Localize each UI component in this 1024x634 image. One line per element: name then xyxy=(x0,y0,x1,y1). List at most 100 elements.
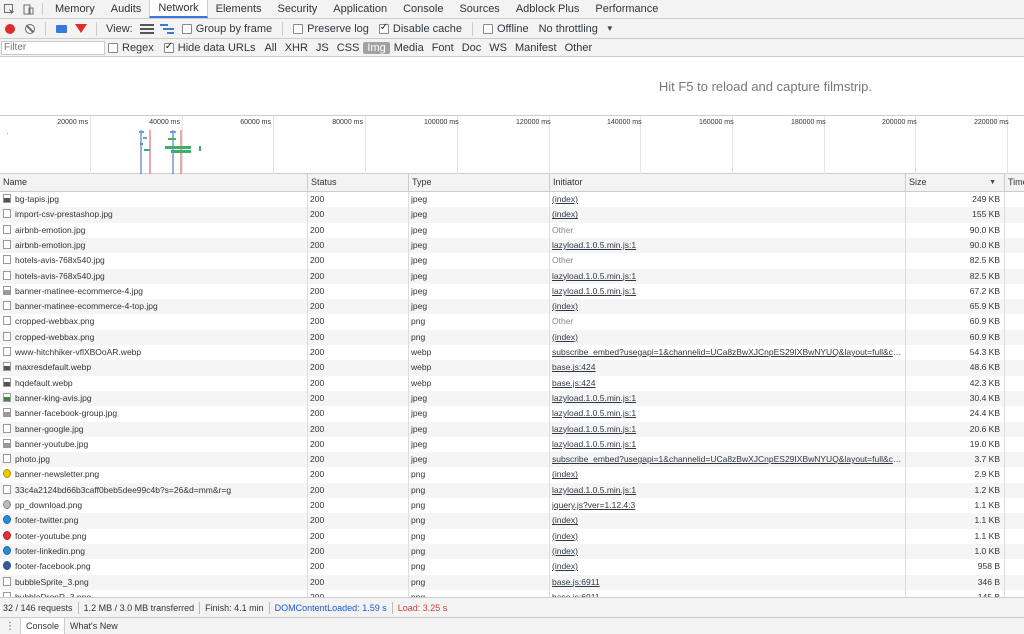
initiator-link[interactable]: lazyload.1.0.5.min.js:1 xyxy=(552,408,636,418)
filter-type-doc[interactable]: Doc xyxy=(458,42,486,54)
request-row[interactable]: hqdefault.webp 200 webp base.js:424 42.3 KB xyxy=(0,376,1024,391)
initiator-link[interactable]: lazyload.1.0.5.min.js:1 xyxy=(552,439,636,449)
regex-checkbox[interactable]: Regex xyxy=(108,42,154,54)
request-row[interactable]: banner-king-avis.jpg 200 jpeg lazyload.1.0.… xyxy=(0,390,1024,407)
capture-screenshots-button[interactable] xyxy=(51,19,71,39)
column-header-size[interactable]: Size ▼ xyxy=(905,174,1004,192)
request-row[interactable]: import-csv-prestashop.jpg 200 jpeg (index) 1… xyxy=(0,207,1024,223)
tab-elements[interactable]: Elements xyxy=(208,0,270,18)
filter-type-font[interactable]: Font xyxy=(428,42,458,54)
tab-network[interactable]: Network xyxy=(149,0,208,18)
tab-audits[interactable]: Audits xyxy=(103,0,150,18)
cell-initiator: base.js:424 xyxy=(549,360,904,375)
drawer-tab-whats-new[interactable]: What's New xyxy=(65,618,123,634)
request-row[interactable]: banner-facebook-group.jpg 200 jpeg lazyload… xyxy=(0,406,1024,421)
request-row[interactable]: bubbleSprite_3.png 200 png base.js:6911 346 … xyxy=(0,574,1024,590)
initiator-link[interactable]: (index) xyxy=(552,515,578,525)
column-header-initiator[interactable]: Initiator xyxy=(549,174,905,192)
request-row[interactable]: hotels-avis-768x540.jpg 200 jpeg Other 82.5 … xyxy=(0,253,1024,268)
request-row[interactable]: banner-newsletter.png 200 png (index) 2.9 KB xyxy=(0,467,1024,482)
drawer-tab-console[interactable]: Console xyxy=(20,618,66,634)
preserve-log-checkbox[interactable]: Preserve log xyxy=(293,23,369,35)
initiator-link[interactable]: lazyload.1.0.5.min.js:1 xyxy=(552,485,636,495)
request-row[interactable]: airbnb-emotion.jpg 200 jpeg lazyload.1.0.5.… xyxy=(0,237,1024,254)
request-row[interactable]: hotels-avis-768x540.jpg 200 jpeg lazyload.1… xyxy=(0,268,1024,284)
filter-type-ws[interactable]: WS xyxy=(485,42,511,54)
request-row[interactable]: bg-tapis.jpg 200 jpeg (index) 249 KB xyxy=(0,192,1024,207)
filter-type-media[interactable]: Media xyxy=(390,42,428,54)
request-row[interactable]: banner-matinee-ecommerce-4-top.jpg 200 jpe… xyxy=(0,299,1024,315)
request-row[interactable]: banner-youtube.jpg 200 jpeg lazyload.1.0.5.… xyxy=(0,437,1024,452)
waterfall-overview-icon[interactable] xyxy=(159,23,174,34)
column-header-status[interactable]: Status xyxy=(307,174,408,192)
initiator-link[interactable]: (index) xyxy=(552,194,578,204)
request-row[interactable]: airbnb-emotion.jpg 200 jpeg Other 90.0 KB xyxy=(0,223,1024,238)
request-row[interactable]: bubbleDropR_3.png 200 png base.js:6911 145 B xyxy=(0,590,1024,597)
tab-application[interactable]: Application xyxy=(325,0,395,18)
request-row[interactable]: footer-facebook.png 200 png (index) 958 B xyxy=(0,559,1024,574)
initiator-link[interactable]: subscribe_embed?usegapi=1&channelid=UCa8… xyxy=(552,454,904,464)
initiator-link[interactable]: (index) xyxy=(552,531,578,541)
initiator-link[interactable]: (index) xyxy=(552,301,578,311)
filter-type-manifest[interactable]: Manifest xyxy=(511,42,561,54)
device-toolbar-icon[interactable] xyxy=(19,0,38,18)
initiator-link[interactable]: lazyload.1.0.5.min.js:1 xyxy=(552,271,636,281)
column-header-type[interactable]: Type xyxy=(408,174,549,192)
initiator-link[interactable]: (index) xyxy=(552,332,578,342)
filter-type-css[interactable]: CSS xyxy=(333,42,364,54)
column-header-name[interactable]: Name xyxy=(0,174,307,192)
offline-checkbox[interactable]: Offline xyxy=(482,23,529,35)
cell-name: maxresdefault.webp xyxy=(0,360,305,375)
filter-type-all[interactable]: All xyxy=(260,42,280,54)
record-button[interactable] xyxy=(0,19,20,39)
request-row[interactable]: footer-linkedin.png 200 png (index) 1.0 KB xyxy=(0,543,1024,560)
tab-console[interactable]: Console xyxy=(395,0,451,18)
tab-security[interactable]: Security xyxy=(270,0,326,18)
filter-type-img[interactable]: Img xyxy=(363,41,390,54)
request-row[interactable]: www-hitchhiker-vflXBOoAR.webp 200 webp subs… xyxy=(0,345,1024,360)
initiator-link[interactable]: (index) xyxy=(552,469,578,479)
filter-type-js[interactable]: JS xyxy=(312,42,333,54)
filter-type-other[interactable]: Other xyxy=(561,42,597,54)
drawer-menu-icon[interactable]: ⋮ xyxy=(0,618,20,634)
request-row[interactable]: banner-matinee-ecommerce-4.jpg 200 jpeg laz… xyxy=(0,284,1024,299)
initiator-link[interactable]: subscribe_embed?usegapi=1&channelid=UCa8… xyxy=(552,347,904,357)
request-row[interactable]: pp_download.png 200 png jquery.js?ver=1.12.… xyxy=(0,498,1024,513)
request-row[interactable]: photo.jpg 200 jpeg subscribe_embed?usegapi=… xyxy=(0,452,1024,468)
initiator-link[interactable]: jquery.js?ver=1.12.4:3 xyxy=(552,500,635,510)
initiator-link[interactable]: lazyload.1.0.5.min.js:1 xyxy=(552,424,636,434)
throttling-select[interactable]: No throttling ▼ xyxy=(539,23,614,35)
initiator-link[interactable]: lazyload.1.0.5.min.js:1 xyxy=(552,286,636,296)
tab-performance[interactable]: Performance xyxy=(587,0,666,18)
initiator-link[interactable]: (index) xyxy=(552,561,578,571)
request-row[interactable]: footer-youtube.png 200 png (index) 1.1 KB xyxy=(0,529,1024,544)
initiator-link[interactable]: lazyload.1.0.5.min.js:1 xyxy=(552,240,636,250)
filter-type-xhr[interactable]: XHR xyxy=(281,42,312,54)
request-row[interactable]: banner-google.jpg 200 jpeg lazyload.1.0.5.m… xyxy=(0,421,1024,437)
network-overview[interactable]: 20000 ms 40000 ms 60000 ms 80000 ms 100000 m… xyxy=(0,116,1024,174)
large-rows-icon[interactable] xyxy=(139,23,154,34)
request-row[interactable]: footer-twitter.png 200 png (index) 1.1 KB xyxy=(0,513,1024,529)
initiator-link[interactable]: (index) xyxy=(552,546,578,556)
tab-sources[interactable]: Sources xyxy=(451,0,507,18)
file-icon xyxy=(3,194,11,203)
filter-input[interactable] xyxy=(1,40,105,55)
initiator-link[interactable]: base.js:424 xyxy=(552,378,595,388)
tab-memory[interactable]: Memory xyxy=(47,0,103,18)
tab-adblock-plus[interactable]: Adblock Plus xyxy=(508,0,588,18)
hide-data-urls-checkbox[interactable]: Hide data URLs xyxy=(163,41,255,54)
initiator-link[interactable]: base.js:424 xyxy=(552,362,595,372)
clear-button[interactable] xyxy=(20,19,40,39)
initiator-link[interactable]: lazyload.1.0.5.min.js:1 xyxy=(552,393,636,403)
inspect-element-icon[interactable] xyxy=(0,0,19,18)
request-row[interactable]: 33c4a2124bd66b3caff0beb5dee99c4b?s=26&d=… xyxy=(0,482,1024,498)
filter-button[interactable] xyxy=(71,19,91,39)
group-by-frame-checkbox[interactable]: Group by frame xyxy=(181,23,272,35)
request-row[interactable]: cropped-webbax.png 200 png (index) 60.9 KB xyxy=(0,329,1024,345)
request-row[interactable]: maxresdefault.webp 200 webp base.js:424 48.6… xyxy=(0,360,1024,376)
initiator-link[interactable]: (index) xyxy=(552,209,578,219)
request-row[interactable]: cropped-webbax.png 200 png Other 60.9 KB xyxy=(0,314,1024,329)
disable-cache-checkbox[interactable]: Disable cache xyxy=(378,22,462,35)
column-header-time[interactable]: Time xyxy=(1004,174,1024,192)
initiator-link[interactable]: base.js:6911 xyxy=(552,577,600,587)
